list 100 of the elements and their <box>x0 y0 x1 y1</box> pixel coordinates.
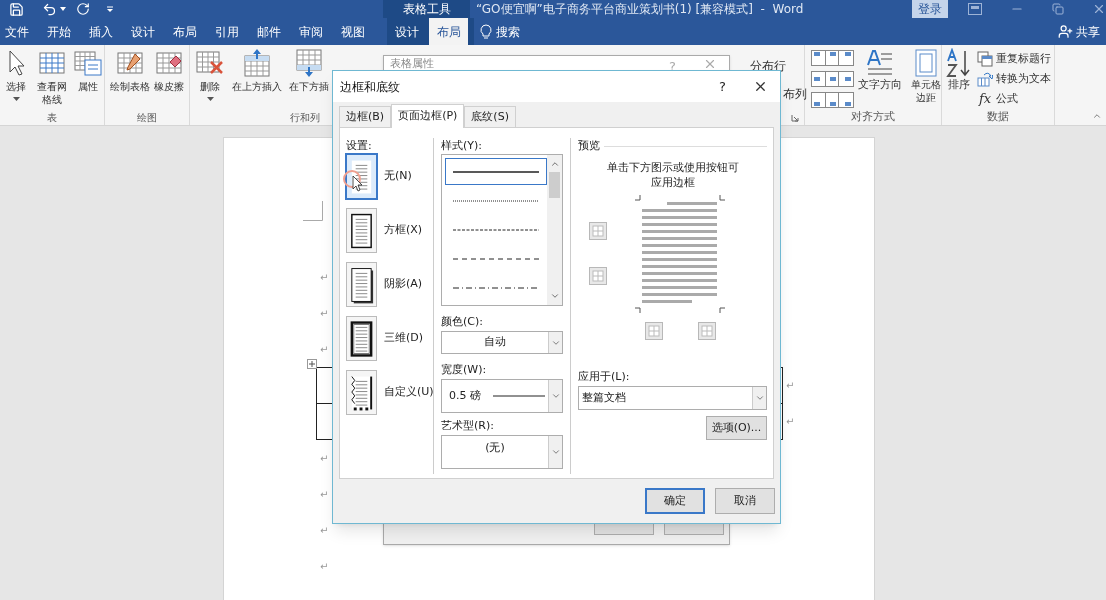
ribbon-tab[interactable]: 审阅 <box>290 18 332 45</box>
group-label: 数据 <box>987 108 1009 125</box>
color-dropdown[interactable]: 自动 <box>441 331 563 354</box>
ribbon-button[interactable]: 删除 <box>194 48 226 111</box>
ribbon-button[interactable]: 在上方插入 <box>231 48 283 111</box>
preview-hint: 单击下方图示或使用按钮可应用边框 <box>605 160 740 190</box>
data-command-button[interactable]: fx 公式 <box>977 90 1051 107</box>
save-icon[interactable] <box>9 1 24 17</box>
border-toggle-icon[interactable] <box>589 222 607 240</box>
ribbon-tab[interactable]: 设计 <box>387 18 426 45</box>
caret-icon <box>206 97 214 101</box>
search-box[interactable]: 搜索 <box>480 18 520 45</box>
share-button[interactable]: 共享 <box>1058 18 1106 45</box>
chevron-down-icon <box>550 447 561 457</box>
line-style-option[interactable] <box>445 158 547 185</box>
paragraph-mark: ↵ <box>320 487 329 502</box>
cell-margins-icon <box>912 48 939 78</box>
cell-alignment-icon[interactable] <box>838 71 855 88</box>
dialog-launcher-icon[interactable] <box>791 114 799 122</box>
ribbon-tab[interactable]: 邮件 <box>248 18 290 45</box>
paragraph-mark: ↵ <box>320 306 329 321</box>
scrollbar-thumb[interactable] <box>549 172 560 198</box>
chevron-down-icon <box>754 393 765 403</box>
options-button[interactable]: 选项(O)... <box>706 416 767 440</box>
cell-alignment-icon[interactable] <box>838 92 855 109</box>
section-label: 预览 <box>578 137 600 154</box>
chevron-down-icon <box>550 391 561 401</box>
redo-icon[interactable] <box>76 2 90 16</box>
width-dropdown[interactable]: 0.5 磅 <box>441 379 563 413</box>
caret-icon <box>12 97 20 101</box>
border-toggle-icon[interactable] <box>698 322 716 340</box>
repeat-header-icon <box>977 50 993 67</box>
ok-button[interactable]: 确定 <box>645 488 705 514</box>
dialog-tab[interactable]: 页面边框(P) <box>391 104 465 128</box>
field-label: 颜色(C): <box>441 314 484 330</box>
distribute-columns-label[interactable]: 布列 <box>783 85 804 103</box>
dialog-tab[interactable]: 底纹(S) <box>464 106 516 127</box>
border-setting-option[interactable] <box>346 262 377 307</box>
dropdown-value: 0.5 磅 <box>449 387 481 404</box>
restore-icon[interactable] <box>1052 3 1064 15</box>
ribbon-tab[interactable]: 开始 <box>38 18 80 45</box>
ribbon-button[interactable]: 选择 <box>0 48 32 111</box>
field-label: 艺术型(R): <box>441 418 495 434</box>
field-label: 应用于(L): <box>578 369 631 385</box>
insert-row-below-icon <box>294 48 324 78</box>
ribbon-button[interactable]: 属性 <box>72 48 104 111</box>
sign-in-button[interactable]: 登录 <box>912 0 948 18</box>
group-label: 对齐方式 <box>851 108 895 125</box>
ribbon-tab[interactable]: 布局 <box>429 18 468 45</box>
cancel-button[interactable]: 取消 <box>715 488 775 514</box>
field-label: 宽度(W): <box>441 362 488 378</box>
table-convert-icon <box>977 70 993 87</box>
cell-margins-button[interactable]: 单元格边距 <box>910 48 941 110</box>
sort-icon <box>945 48 973 78</box>
scroll-down-icon[interactable] <box>549 291 560 301</box>
help-button[interactable]: ? <box>719 76 726 97</box>
setting-label: 三维(D) <box>384 330 424 347</box>
ribbon-tab[interactable]: 文件 <box>0 18 38 45</box>
lightbulb-icon <box>480 24 492 39</box>
scrollbar[interactable] <box>547 155 562 305</box>
ribbon-button[interactable]: 查看网格线 <box>34 48 70 111</box>
customize-toolbar-icon[interactable] <box>106 5 114 13</box>
ribbon-tab[interactable]: 布局 <box>164 18 206 45</box>
ribbon-display-icon[interactable] <box>968 3 982 15</box>
text-direction-button[interactable]: 文字方向 <box>858 48 902 110</box>
cell-alignment-icon[interactable] <box>838 50 855 66</box>
table-move-handle-icon[interactable] <box>307 359 317 369</box>
undo-icon[interactable] <box>42 1 57 17</box>
border-toggle-icon[interactable] <box>589 267 607 285</box>
group-label: 行和列 <box>290 111 320 125</box>
paragraph-mark: ↵ <box>786 378 795 393</box>
caret-icon[interactable] <box>60 7 66 11</box>
ribbon-button[interactable]: 在下方插 <box>288 48 330 111</box>
ribbon-tab[interactable]: 插入 <box>80 18 122 45</box>
art-border-dropdown[interactable]: (无) <box>441 435 563 469</box>
data-command-button[interactable]: 重复标题行 <box>977 50 1051 67</box>
table-properties-icon <box>73 48 103 78</box>
data-command-button[interactable]: 转换为文本 <box>977 70 1051 87</box>
border-setting-option[interactable] <box>346 316 377 361</box>
line-style-list[interactable] <box>441 154 563 306</box>
line-width-sample <box>493 395 545 397</box>
border-setting-option[interactable] <box>346 208 377 253</box>
collapse-ribbon-icon[interactable] <box>1092 111 1102 121</box>
sort-button[interactable]: 排序 <box>945 48 973 110</box>
ribbon-button[interactable]: 橡皮擦 <box>153 48 185 111</box>
setting-label: 阴影(A) <box>384 276 423 293</box>
ribbon-tab[interactable]: 设计 <box>122 18 164 45</box>
formula-icon: fx <box>977 90 993 107</box>
ribbon-tab[interactable]: 视图 <box>332 18 374 45</box>
scroll-up-icon[interactable] <box>549 159 560 169</box>
ribbon-tab[interactable]: 引用 <box>206 18 248 45</box>
dialog-tab[interactable]: 边框(B) <box>339 106 392 127</box>
border-setting-option[interactable] <box>346 370 377 415</box>
close-icon[interactable] <box>753 79 768 94</box>
apply-to-dropdown[interactable]: 整篇文档 <box>578 386 767 410</box>
paragraph-mark: ↵ <box>320 270 329 285</box>
field-label: 设置: <box>346 138 373 154</box>
border-toggle-icon[interactable] <box>645 322 663 340</box>
dropdown-value: (无) <box>485 440 505 456</box>
ribbon-button[interactable]: 绘制表格 <box>109 48 151 111</box>
